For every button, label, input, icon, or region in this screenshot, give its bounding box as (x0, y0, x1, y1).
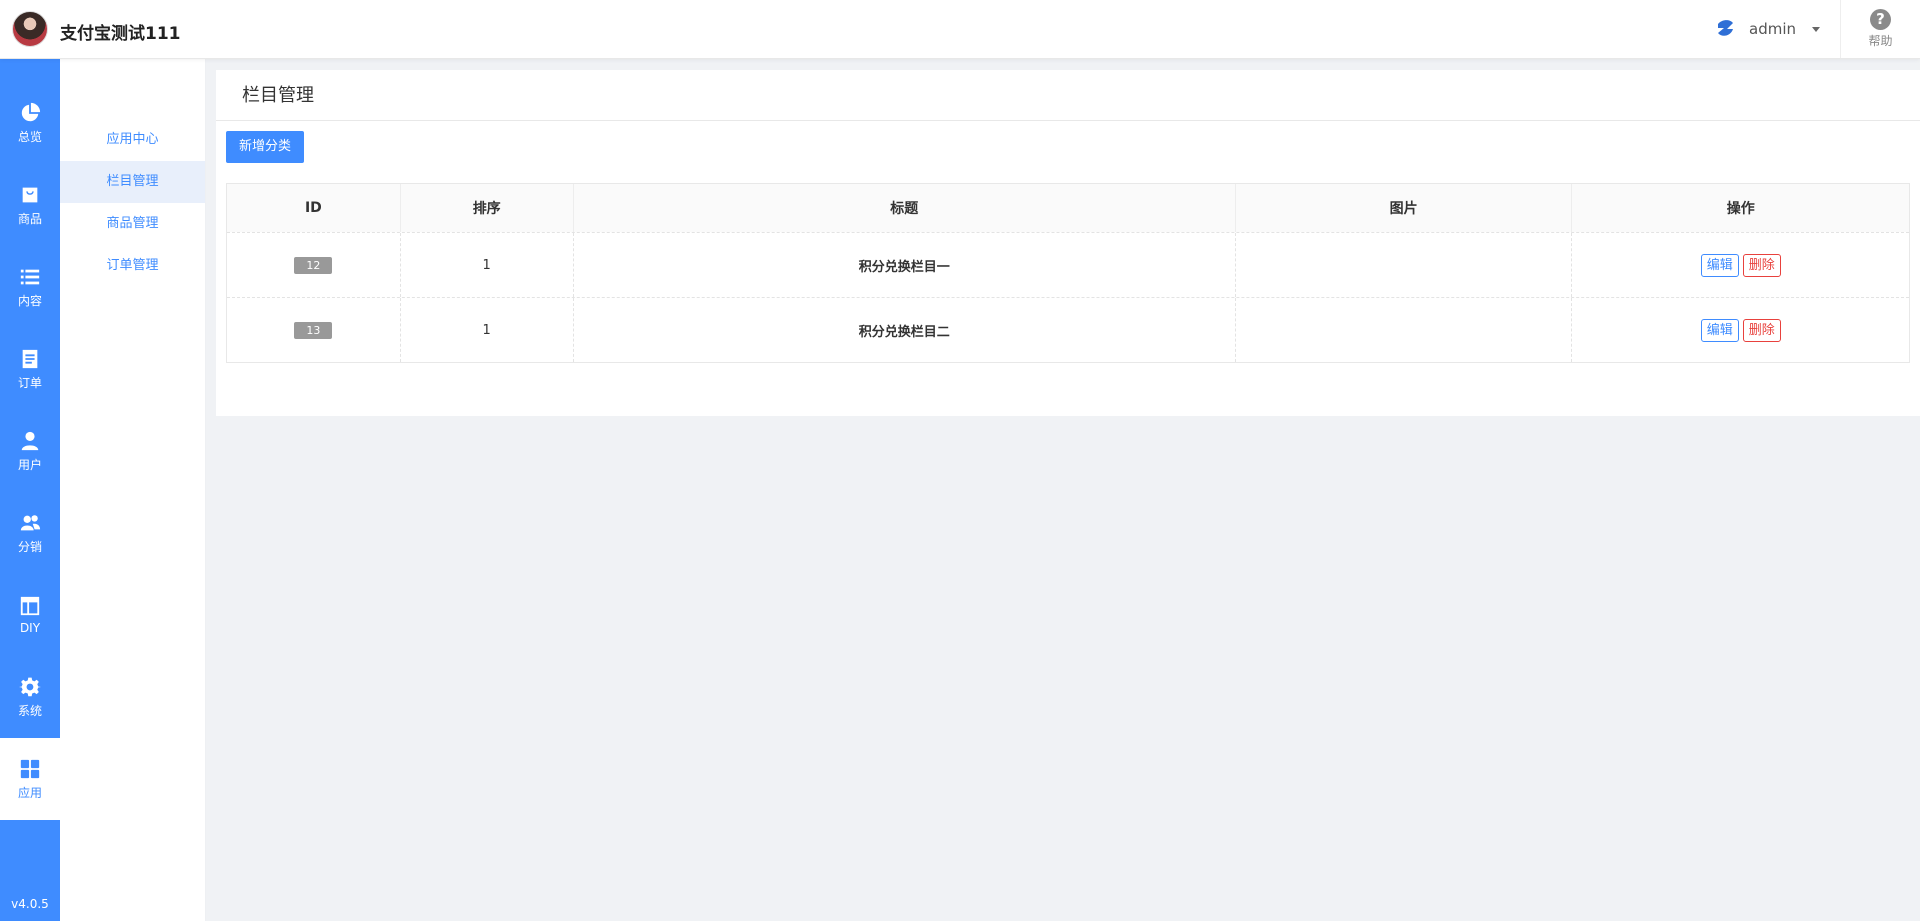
order-document-icon (22, 349, 38, 368)
cell-title: 积分兑换栏目二 (572, 298, 1235, 362)
cell-image (1234, 298, 1572, 362)
nav-item-users[interactable]: 用户 (0, 410, 60, 492)
cell-title: 积分兑换栏目一 (572, 233, 1235, 297)
delete-button[interactable]: 删除 (1742, 253, 1781, 277)
cell-actions: 编辑 删除 (1571, 298, 1909, 362)
app-avatar[interactable] (12, 11, 48, 47)
nav-item-diy[interactable]: DIY (0, 574, 60, 656)
nav-item-system[interactable]: 系统 (0, 656, 60, 738)
table-header: ID 排序 标题 图片 操作 (227, 184, 1909, 232)
edit-button[interactable]: 编辑 (1700, 318, 1739, 342)
help-button[interactable]: ? 帮助 (1840, 0, 1920, 58)
subnav-item-order-management[interactable]: 订单管理 (60, 245, 205, 287)
sub-sidebar: 应用中心 栏目管理 商品管理 订单管理 (60, 59, 206, 921)
column-header-sort[interactable]: 排序 (399, 184, 573, 232)
cell-sort: 1 (399, 298, 573, 362)
version-label: v4.0.5 (11, 897, 49, 911)
add-category-button[interactable]: 新增分类 (226, 131, 305, 163)
main-sidebar: 总览 商品 内容 订单 用户 分销 DIY 系统 应用 v4.0.5 (0, 59, 60, 921)
user-logo-icon (1714, 17, 1738, 41)
cell-id: 13 (227, 298, 400, 362)
nav-label: 系统 (17, 703, 42, 718)
subnav-item-app-center[interactable]: 应用中心 (60, 119, 205, 161)
edit-button[interactable]: 编辑 (1700, 253, 1739, 277)
subnav-item-column-management[interactable]: 栏目管理 (60, 161, 205, 203)
username: admin (1749, 20, 1796, 38)
nav-label: 分销 (17, 539, 42, 554)
main-panel: 栏目管理 新增分类 ID 排序 标题 图片 操作 12 1 积分兑换栏目一 编辑… (216, 70, 1920, 416)
table-row: 12 1 积分兑换栏目一 编辑 删除 (227, 232, 1909, 297)
row-title: 积分兑换栏目二 (858, 324, 950, 340)
id-badge: 12 (294, 256, 333, 274)
nav-item-goods[interactable]: 商品 (0, 164, 60, 246)
page-title: 栏目管理 (216, 70, 1920, 121)
nav-item-apps[interactable]: 应用 (0, 738, 60, 820)
cell-image (1234, 233, 1572, 297)
nav-label: 商品 (17, 211, 42, 226)
cell-id: 12 (227, 233, 400, 297)
column-header-actions: 操作 (1571, 184, 1909, 232)
pie-chart-icon (21, 102, 41, 121)
gear-icon (19, 677, 41, 696)
shopping-bag-icon (22, 187, 38, 202)
column-header-title[interactable]: 标题 (572, 184, 1235, 232)
cell-sort: 1 (399, 233, 573, 297)
layout-icon (20, 596, 40, 616)
id-badge: 13 (294, 321, 333, 339)
column-header-image[interactable]: 图片 (1234, 184, 1572, 232)
nav-label: 内容 (17, 293, 42, 308)
users-group-icon (20, 514, 41, 530)
table-row: 13 1 积分兑换栏目二 编辑 删除 (227, 297, 1909, 362)
app-title: 支付宝测试111 (60, 24, 181, 44)
nav-label: 订单 (17, 375, 42, 390)
nav-item-distribution[interactable]: 分销 (0, 492, 60, 574)
apps-grid-icon (20, 759, 40, 778)
nav-label: DIY (19, 621, 41, 635)
category-table: ID 排序 标题 图片 操作 12 1 积分兑换栏目一 编辑 删除 13 1 积… (226, 183, 1910, 363)
subnav-item-goods-management[interactable]: 商品管理 (60, 203, 205, 245)
nav-label: 应用 (17, 785, 42, 800)
user-menu[interactable]: admin (1713, 16, 1820, 42)
nav-item-orders[interactable]: 订单 (0, 328, 60, 410)
top-header: 支付宝测试111 admin ? 帮助 (0, 0, 1920, 59)
nav-label: 用户 (17, 457, 42, 472)
row-title: 积分兑换栏目一 (858, 259, 950, 275)
nav-label: 总览 (17, 129, 42, 144)
nav-item-content[interactable]: 内容 (0, 246, 60, 328)
user-icon (21, 431, 39, 450)
chevron-down-icon (1812, 26, 1820, 32)
column-header-id[interactable]: ID (227, 184, 400, 232)
list-icon (20, 269, 40, 284)
help-label: 帮助 (1868, 34, 1893, 48)
help-icon: ? (1870, 9, 1891, 30)
nav-item-overview[interactable]: 总览 (0, 82, 60, 164)
delete-button[interactable]: 删除 (1742, 318, 1781, 342)
cell-actions: 编辑 删除 (1571, 233, 1909, 297)
